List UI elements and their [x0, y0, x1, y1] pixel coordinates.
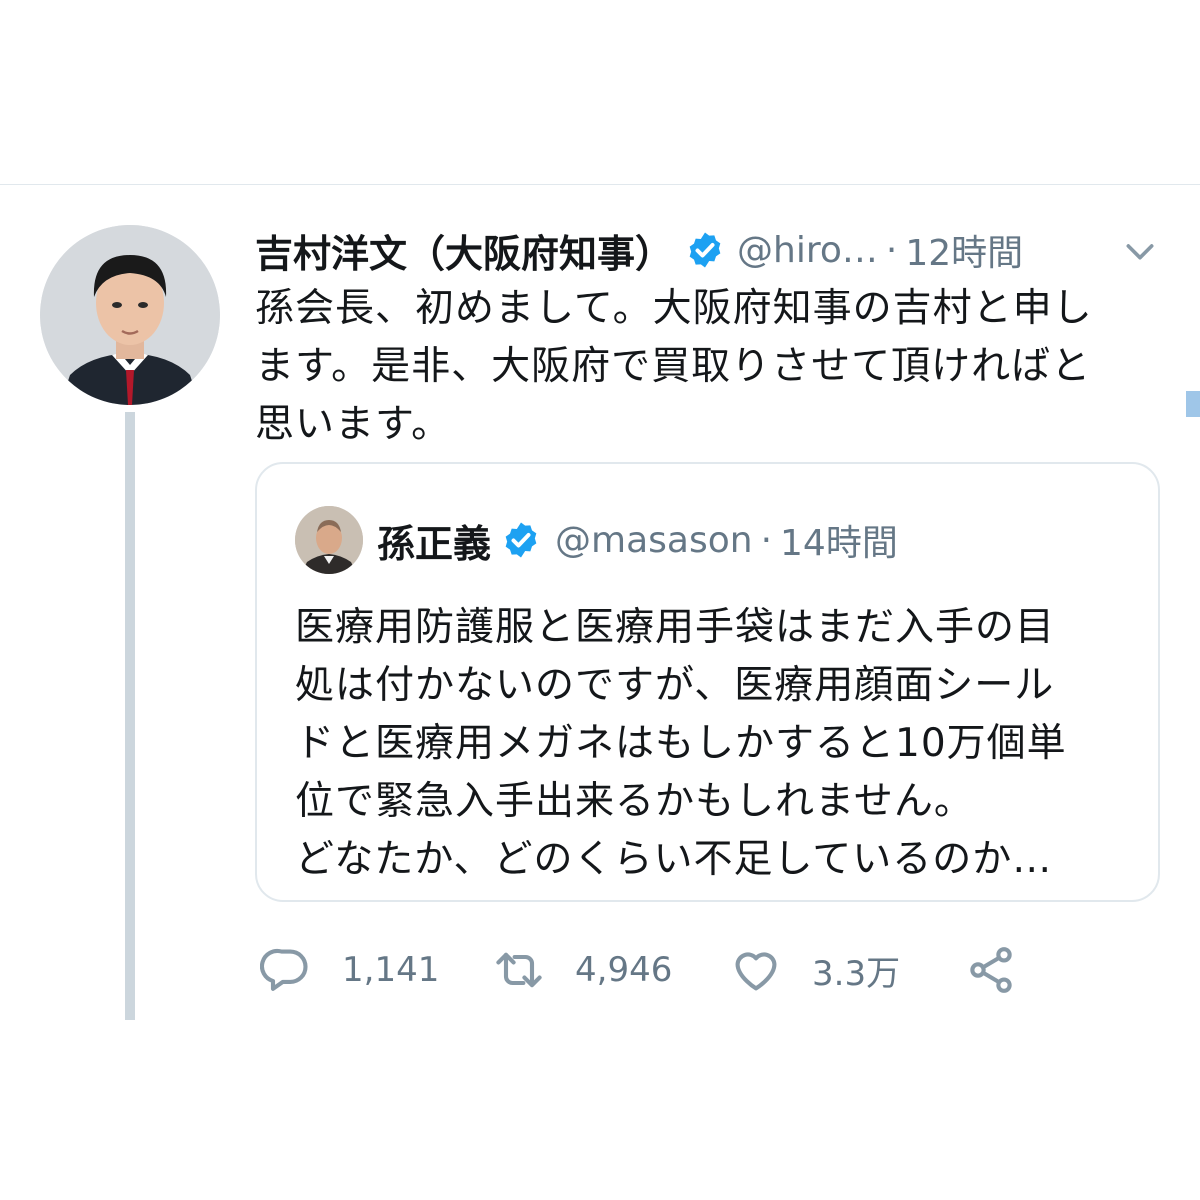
like-count: 3.3万: [812, 953, 901, 994]
quoted-tweet-time: 14時間: [780, 523, 898, 564]
quoted-avatar-image: [295, 506, 363, 574]
tweet-header: 吉村洋文（大阪府知事） @hiro… · 12時間: [255, 223, 1170, 278]
heart-icon: [735, 952, 777, 991]
verified-badge-icon: [505, 522, 537, 558]
like-button[interactable]: 3.3万: [730, 940, 900, 1000]
retweet-icon: [496, 952, 542, 988]
reply-count: 1,141: [342, 950, 440, 990]
scroll-marker: [1186, 391, 1200, 417]
tweet-action-bar: 1,141 4,946 3.3万: [255, 940, 1055, 1000]
author-name[interactable]: 吉村洋文（大阪府知事）: [255, 223, 673, 278]
quoted-tweet-header: 孫正義 @masason · 14時間: [377, 512, 898, 568]
author-avatar-image: [40, 225, 220, 405]
author-handle[interactable]: @hiro…: [737, 230, 878, 271]
quoted-author-name: 孫正義: [377, 521, 492, 566]
quoted-author-avatar: [295, 506, 363, 574]
tweet-text: 孫会長、初めまして。大阪府知事の吉村と申し ます。是非、大阪府で買取りさせて頂け…: [255, 286, 1093, 447]
quoted-tweet-text: 医療用防護服と医療用手袋はまだ入手の目 処は付かないのですが、医療用顔面シール …: [295, 605, 1067, 882]
thread-line: [125, 412, 135, 1020]
quoted-header-separator: ·: [760, 519, 773, 561]
chevron-down-icon[interactable]: [1120, 231, 1160, 271]
retweet-button[interactable]: 4,946: [493, 940, 672, 1000]
author-avatar[interactable]: [40, 225, 220, 405]
tweet-time[interactable]: 12時間: [905, 224, 1023, 276]
share-icon: [970, 947, 1012, 993]
header-separator: ·: [885, 229, 898, 271]
retweet-count: 4,946: [575, 950, 673, 990]
top-divider: [0, 184, 1200, 185]
reply-icon: [260, 948, 308, 991]
quoted-author-handle: @masason: [555, 519, 753, 561]
verified-badge-icon: [689, 232, 721, 268]
share-button[interactable]: [965, 940, 1017, 1000]
quoted-tweet-card[interactable]: 孫正義 @masason · 14時間 医療用防護服と医療用手袋はまだ入手の目 …: [255, 462, 1160, 902]
reply-button[interactable]: 1,141: [260, 940, 439, 1000]
